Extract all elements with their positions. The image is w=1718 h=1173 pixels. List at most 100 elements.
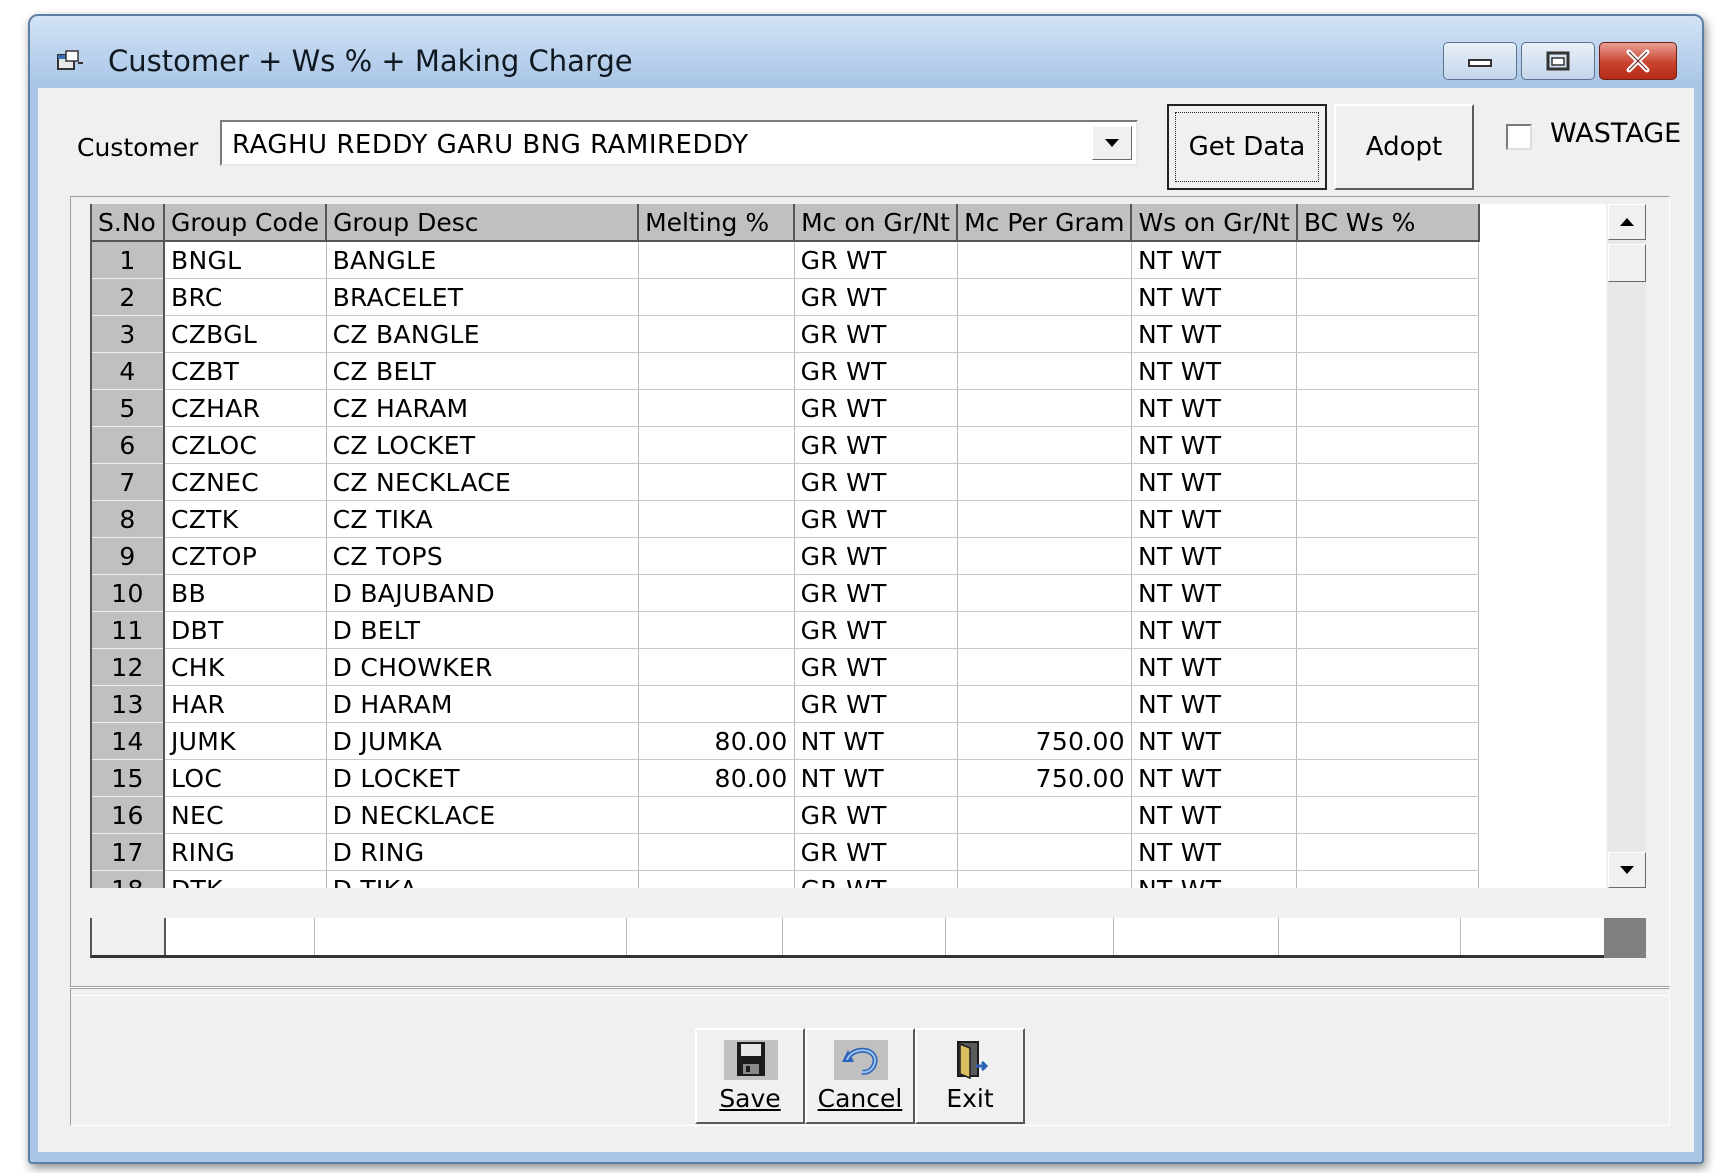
group-code-cell[interactable]: CZHAR (164, 389, 327, 427)
row-sno-cell[interactable]: 1 (92, 241, 165, 279)
mc-per-gram-cell[interactable] (957, 537, 1132, 575)
grid-vertical-scrollbar[interactable] (1608, 204, 1646, 888)
group-desc-cell[interactable]: CZ HARAM (326, 389, 639, 427)
row-sno-cell[interactable]: 15 (92, 759, 165, 797)
mc-per-gram-cell[interactable] (957, 426, 1132, 464)
row-sno-cell[interactable]: 8 (92, 500, 165, 538)
bc-ws-cell[interactable] (1296, 648, 1480, 686)
mc-per-gram-cell[interactable] (957, 241, 1132, 279)
bc-ws-cell[interactable] (1296, 352, 1480, 390)
bc-ws-cell[interactable] (1296, 426, 1480, 464)
table-row[interactable]: 17 RING D RING GR WT NT WT (92, 833, 1480, 871)
col-header-mc-per-gram[interactable]: Mc Per Gram (957, 204, 1133, 242)
mc-on-cell[interactable]: GR WT (794, 352, 958, 390)
group-desc-cell[interactable]: D RING (326, 833, 639, 871)
mc-on-cell[interactable]: GR WT (794, 278, 958, 316)
cancel-button[interactable]: Cancel (805, 1028, 915, 1124)
mc-on-cell[interactable]: GR WT (794, 537, 958, 575)
melting-cell[interactable] (638, 796, 795, 834)
table-row[interactable]: 3 CZBGL CZ BANGLE GR WT NT WT (92, 315, 1480, 353)
ws-on-cell[interactable]: NT WT (1131, 722, 1298, 760)
save-button[interactable]: Save (695, 1028, 805, 1124)
group-desc-cell[interactable]: BRACELET (326, 278, 639, 316)
row-sno-cell[interactable]: 17 (92, 833, 165, 871)
row-sno-cell[interactable]: 4 (92, 352, 165, 390)
mc-per-gram-cell[interactable] (957, 685, 1132, 723)
mc-on-cell[interactable]: GR WT (794, 389, 958, 427)
bc-ws-cell[interactable] (1296, 315, 1480, 353)
group-desc-cell[interactable]: CZ NECKLACE (326, 463, 639, 501)
mc-on-cell[interactable]: GR WT (794, 500, 958, 538)
col-header-sno[interactable]: S.No (92, 204, 165, 242)
row-sno-cell[interactable]: 14 (92, 722, 165, 760)
customer-dropdown-button[interactable] (1092, 126, 1132, 160)
melting-cell[interactable] (638, 426, 795, 464)
ws-on-cell[interactable]: NT WT (1131, 796, 1298, 834)
group-desc-cell[interactable]: D JUMKA (326, 722, 639, 760)
group-code-cell[interactable]: BB (164, 574, 327, 612)
group-code-cell[interactable]: CZLOC (164, 426, 327, 464)
table-row[interactable]: 12 CHK D CHOWKER GR WT NT WT (92, 648, 1480, 686)
table-row[interactable]: 18DTKD TIKA GR WT NT WT (92, 870, 1480, 888)
table-row[interactable]: 5 CZHAR CZ HARAM GR WT NT WT (92, 389, 1480, 427)
bc-ws-cell[interactable] (1296, 463, 1480, 501)
adopt-button[interactable]: Adopt (1334, 104, 1474, 190)
mc-on-cell[interactable]: GR WT (794, 796, 958, 834)
data-grid[interactable]: S.No Group Code Group Desc Melting % Mc … (90, 204, 1606, 888)
table-row[interactable]: 9 CZTOP CZ TOPS GR WT NT WT (92, 537, 1480, 575)
group-code-cell[interactable]: CHK (164, 648, 327, 686)
mc-per-gram-cell[interactable] (957, 574, 1132, 612)
melting-cell[interactable] (638, 685, 795, 723)
melting-cell[interactable] (638, 537, 795, 575)
group-desc-cell[interactable]: CZ LOCKET (326, 426, 639, 464)
group-desc-cell[interactable]: D CHOWKER (326, 648, 639, 686)
col-header-ws-on[interactable]: Ws on Gr/Nt (1131, 204, 1298, 242)
group-desc-cell[interactable]: D NECKLACE (326, 796, 639, 834)
group-desc-cell[interactable]: D BAJUBAND (326, 574, 639, 612)
ws-on-cell[interactable]: NT WT (1131, 352, 1298, 390)
group-code-cell[interactable]: CZBT (164, 352, 327, 390)
group-code-cell[interactable]: NEC (164, 796, 327, 834)
row-sno-cell[interactable]: 7 (92, 463, 165, 501)
table-row[interactable]: 16 NEC D NECKLACE GR WT NT WT (92, 796, 1480, 834)
table-row[interactable]: 13 HAR D HARAM GR WT NT WT (92, 685, 1480, 723)
group-code-cell[interactable]: CZBGL (164, 315, 327, 353)
group-desc-cell[interactable]: CZ TIKA (326, 500, 639, 538)
bc-ws-cell[interactable] (1296, 500, 1480, 538)
mc-on-cell[interactable]: NT WT (794, 759, 958, 797)
bc-ws-cell[interactable] (1296, 759, 1480, 797)
ws-on-cell[interactable]: NT WT (1131, 759, 1298, 797)
bc-ws-cell[interactable] (1296, 389, 1480, 427)
close-button[interactable] (1599, 42, 1677, 80)
mc-per-gram-cell[interactable] (957, 833, 1132, 871)
mc-on-cell[interactable]: GR WT (794, 685, 958, 723)
mc-per-gram-cell[interactable] (957, 389, 1132, 427)
group-desc-cell[interactable]: D TIKA (326, 870, 639, 888)
mc-per-gram-cell[interactable]: 750.00 (957, 722, 1132, 760)
ws-on-cell[interactable]: NT WT (1131, 537, 1298, 575)
table-row[interactable]: 14 JUMK D JUMKA 80.00 NT WT 750.00 NT WT (92, 722, 1480, 760)
melting-cell[interactable]: 80.00 (638, 759, 795, 797)
row-sno-cell[interactable]: 3 (92, 315, 165, 353)
group-code-cell[interactable]: DBT (164, 611, 327, 649)
melting-cell[interactable] (638, 611, 795, 649)
bc-ws-cell[interactable] (1296, 241, 1480, 279)
row-sno-cell[interactable]: 16 (92, 796, 165, 834)
minimize-button[interactable] (1443, 42, 1517, 80)
ws-on-cell[interactable]: NT WT (1131, 463, 1298, 501)
group-desc-cell[interactable]: CZ BANGLE (326, 315, 639, 353)
mc-on-cell[interactable]: NT WT (794, 722, 958, 760)
ws-on-cell[interactable]: NT WT (1131, 315, 1298, 353)
exit-button[interactable]: Exit (915, 1028, 1025, 1124)
mc-on-cell[interactable]: GR WT (794, 870, 958, 888)
bc-ws-cell[interactable] (1296, 870, 1480, 888)
mc-per-gram-cell[interactable] (957, 648, 1132, 686)
mc-per-gram-cell[interactable]: 750.00 (957, 759, 1132, 797)
melting-cell[interactable] (638, 870, 795, 888)
mc-on-cell[interactable]: GR WT (794, 426, 958, 464)
bc-ws-cell[interactable] (1296, 574, 1480, 612)
mc-per-gram-cell[interactable] (957, 278, 1132, 316)
title-bar[interactable]: Customer + Ws % + Making Charge (30, 16, 1702, 86)
table-row[interactable]: 6 CZLOC CZ LOCKET GR WT NT WT (92, 426, 1480, 464)
table-row[interactable]: 15 LOC D LOCKET 80.00 NT WT 750.00 NT WT (92, 759, 1480, 797)
